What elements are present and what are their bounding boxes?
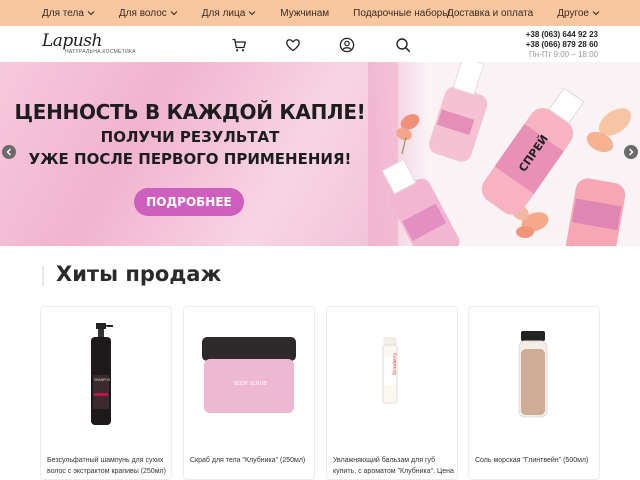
banner-subheadline: ПОЛУЧИ РЕЗУЛЬТАТ [100, 128, 280, 146]
nav-item-label: Для волос [118, 7, 167, 19]
flower-icon [396, 114, 420, 155]
chevron-down-icon [592, 11, 600, 16]
nav-item-face[interactable]: Для лица [202, 8, 257, 19]
chevron-down-icon [248, 11, 256, 16]
product-name: Увлажняющий бальзам для губ купить, с ар… [333, 457, 454, 475]
logo[interactable]: Lapush НАТУРАЛЬНА КОСМЕТИКА [42, 31, 136, 57]
product-label-text: BODY SCRUB [234, 381, 267, 387]
heart-icon[interactable] [285, 37, 301, 53]
cart-icon[interactable] [231, 37, 247, 53]
product-image: BODY SCRUB [202, 337, 296, 413]
section-divider [42, 266, 44, 286]
product-image: SHAMPOO [91, 323, 113, 425]
secondary-menu: Доставка и оплата Другое [447, 0, 600, 26]
product-name: Безсульфатный шампунь для сухих волос с … [47, 457, 166, 475]
nav-item-men[interactable]: Мужчинам [280, 8, 329, 19]
contact-phones: +38 (063) 644 92 23 +38 (066) 879 28 60 … [526, 30, 598, 60]
nav-item-gift-sets[interactable]: Подарочные наборы [353, 8, 449, 19]
nav-item-body[interactable]: Для тела [42, 8, 95, 19]
nav-item-label: Доставка и оплата [446, 7, 534, 19]
nav-item-label: Для лица [201, 7, 246, 19]
nav-item-other[interactable]: Другое [557, 8, 600, 19]
hero-banner[interactable]: СПРЕЙ ЦЕННОСТЬ В КАЖДОЙ КАПЛЕ! ПОЛУЧИ РЕ… [0, 62, 640, 246]
phone-number-1[interactable]: +38 (063) 644 92 23 [526, 30, 598, 40]
product-label-text: Strawberry [392, 352, 397, 375]
banner-cta-button[interactable]: ПОДРОБНЕЕ [134, 188, 244, 216]
slider-next-button[interactable] [624, 145, 638, 159]
chevron-down-icon [170, 11, 178, 16]
nav-item-label: Для тела [42, 7, 84, 19]
product-card[interactable]: Соль морская "Глинтвейн" (500мл) [468, 306, 600, 480]
product-image [518, 331, 548, 418]
banner-product-image: СПРЕЙ [381, 62, 632, 246]
nav-item-label: Другое [557, 7, 589, 19]
category-menu: Для тела Для волос Для лица Мужчинам Под… [42, 8, 449, 19]
working-hours: Пн-Пт 9:00 – 18:00 [529, 50, 598, 59]
product-image: Strawberry [382, 337, 398, 404]
chevron-right-icon [629, 148, 634, 156]
chevron-down-icon [87, 11, 95, 16]
search-icon[interactable] [395, 37, 411, 53]
nav-item-label: Мужчинам [280, 7, 330, 19]
product-card[interactable]: Strawberry Увлажняющий бальзам для губ к… [326, 306, 458, 480]
logo-tagline: НАТУРАЛЬНА КОСМЕТИКА [65, 49, 136, 55]
chevron-left-icon [6, 148, 11, 156]
user-icon[interactable] [339, 37, 355, 53]
nav-item-label: Подарочные наборы [353, 7, 450, 19]
site-header: Lapush НАТУРАЛЬНА КОСМЕТИКА +38 (063) 64… [0, 26, 640, 62]
product-name: Скраб для тела "Клубника" (250мл) [190, 457, 306, 464]
product-name: Соль морская "Глинтвейн" (500мл) [475, 457, 589, 464]
product-label-text: SHAMPOO [94, 378, 111, 382]
nav-item-delivery[interactable]: Доставка и оплата [447, 8, 533, 19]
banner-headline: ЦЕННОСТЬ В КАЖДОЙ КАПЛЕ! [14, 100, 366, 124]
top-navigation: Для тела Для волос Для лица Мужчинам Под… [0, 0, 640, 26]
phone-number-2[interactable]: +38 (066) 879 28 60 [526, 40, 598, 50]
section-title: Хиты продаж [56, 262, 222, 286]
logo-text: Lapush [42, 31, 102, 51]
product-card[interactable]: BODY SCRUB Скраб для тела "Клубника" (25… [183, 306, 315, 480]
product-card[interactable]: SHAMPOO Безсульфатный шампунь для сухих … [40, 306, 172, 480]
slider-prev-button[interactable] [2, 145, 16, 159]
banner-subheadline-2: УЖЕ ПОСЛЕ ПЕРВОГО ПРИМЕНЕНИЯ! [28, 150, 352, 168]
nav-item-hair[interactable]: Для волос [119, 8, 178, 19]
